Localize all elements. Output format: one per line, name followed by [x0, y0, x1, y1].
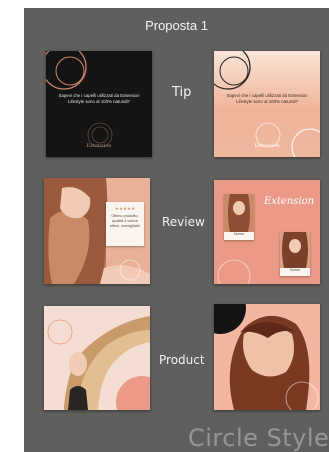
review-grid-brand: Extension: [263, 196, 315, 207]
review-grid-photo-1: Nome: [224, 194, 254, 240]
product-post-brunette[interactable]: [214, 304, 320, 410]
tip-dark-text: Sapevi che i capelli utilizzati da Exten…: [58, 93, 140, 104]
tip-light-brand: Extension: [254, 143, 280, 149]
review-grid-caption-2: Nome: [289, 268, 301, 272]
row-label-product: Product: [159, 353, 205, 367]
review-grid-photo-1-image: [224, 194, 254, 232]
review-grid-caption-1: Nome: [233, 232, 245, 236]
product-blonde-illustration: [44, 306, 150, 410]
moodboard-panel: Proposta 1 Sapevi che i capelli utilizza…: [24, 8, 329, 452]
tip-post-light[interactable]: Sapevi che i capelli utilizzati da Exten…: [214, 51, 320, 157]
row-label-tip: Tip: [172, 85, 192, 100]
board-title: Proposta 1: [145, 18, 208, 33]
tip-dark-brand: Extension: [86, 143, 112, 149]
review-grid-photo-2: Nome: [280, 232, 310, 276]
review-grid-photo-2-image: [280, 232, 310, 268]
product-post-blonde[interactable]: [44, 306, 150, 410]
review-card: ★★★★★ Ottimo prodotto, qualità e colore …: [106, 202, 144, 246]
review-post-card[interactable]: ★★★★★ Ottimo prodotto, qualità e colore …: [44, 178, 150, 284]
tip-light-text: Sapevi che i capelli utilizzati da Exten…: [226, 93, 308, 104]
review-stars: ★★★★★: [114, 206, 136, 211]
tip-post-dark[interactable]: Sapevi che i capelli utilizzati da Exten…: [46, 51, 152, 157]
row-label-review: Review: [162, 215, 205, 229]
style-label: Circle Style: [188, 424, 329, 452]
review-text: Ottimo prodotto, qualità e colore ottimi…: [109, 214, 141, 228]
review-post-grid[interactable]: Extension Nome Nome: [214, 180, 320, 284]
product-brunette-illustration: [214, 304, 320, 410]
